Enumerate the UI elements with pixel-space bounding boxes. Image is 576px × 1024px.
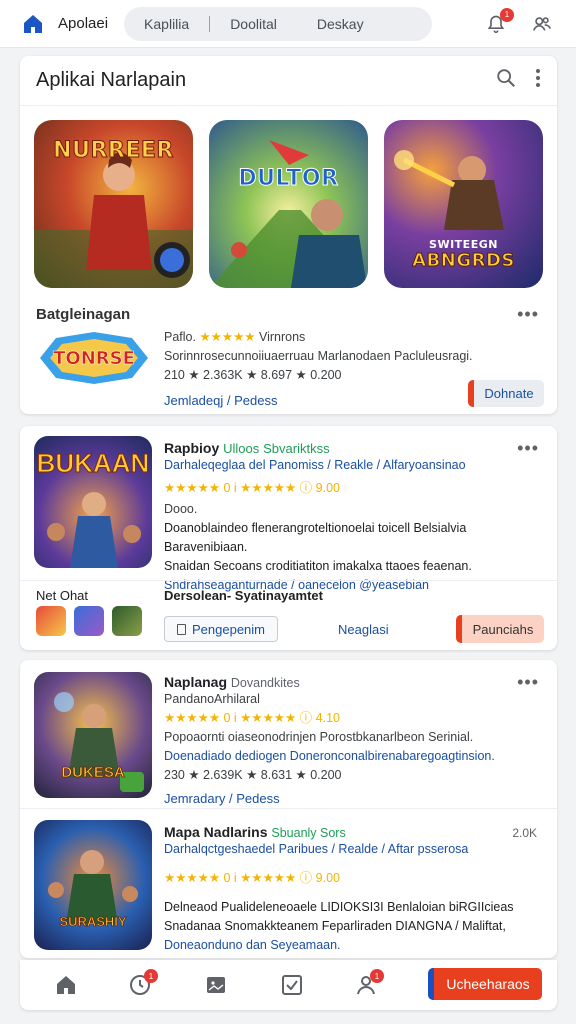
clock-icon[interactable]: 1: [128, 969, 158, 1002]
gallery-icon[interactable]: [204, 973, 228, 1002]
app-card-2-icon[interactable]: BUKAAN: [34, 436, 152, 568]
app-card-3-stats: 230 ★ 2.639K ★ 8.631 ★ 0.200: [164, 768, 342, 782]
app-card-2-rating: ★★★★★ 0 i ★★★★★ ⓘ 9.00: [164, 481, 340, 495]
people-icon[interactable]: [530, 12, 554, 36]
bottom-nav: 1 1 Ucheeharaos: [20, 960, 557, 1010]
app-card-3-icon-text: DUKESA: [61, 764, 125, 782]
top-bar: Apolaei Kaplilia Doolital Deskay 1: [0, 0, 576, 48]
app-card-2: BUKAAN Rapbioy Ulloos Sbvariktkss Darhal…: [20, 426, 557, 650]
featured-game-3-title: ABNGRDS: [412, 250, 515, 272]
cta-button-label: Ucheeharaos: [446, 976, 530, 992]
orange-button[interactable]: Paunciahs: [456, 615, 544, 643]
app-list-card: DUKESA Naplanag Dovandkites PandanoArhil…: [20, 660, 557, 958]
app-card-4-tag: Sbuanly Sors: [271, 826, 346, 840]
search-icon[interactable]: [495, 67, 517, 94]
app-card-3-subtitle: PandanoArhilaral: [164, 692, 260, 706]
mini-thumb-2[interactable]: [74, 606, 104, 636]
app-card-4-rating: ★★★★★ 0 i ★★★★★ ⓘ 9.00: [164, 871, 340, 885]
featured-item-suffix: Virnrons: [258, 330, 306, 344]
user-icon[interactable]: 1: [354, 969, 384, 1002]
featured-game-1[interactable]: NURREER: [34, 120, 193, 288]
more-icon[interactable]: •••: [517, 438, 539, 459]
app-card-4-count: 2.0K: [512, 826, 537, 840]
app-card-3-link[interactable]: Jemradary / Pedess: [164, 789, 544, 808]
link-button[interactable]: Neaglasi: [338, 622, 389, 637]
app-name: Apolaei: [58, 15, 109, 32]
home-icon[interactable]: [54, 973, 78, 1002]
app-card-2-title[interactable]: Rapbioy: [164, 440, 219, 456]
app-card-4-icon-text: SURASHIY: [59, 914, 127, 930]
app-card-4-title[interactable]: Mapa Nadlarins: [164, 824, 267, 840]
app-card-2-desc2: Snaidan Secoans croditiatiton imakalxa t…: [164, 559, 472, 573]
more-vert-icon[interactable]: [535, 68, 541, 93]
featured-game-1-title: NURREER: [53, 138, 174, 164]
app-card-4-desc3[interactable]: Doneaonduno dan Seyeamaan.: [164, 936, 544, 955]
bell-icon[interactable]: 1: [484, 7, 514, 36]
featured-item-prefix: Paflo.: [164, 330, 196, 344]
notification-badge: 1: [500, 7, 514, 22]
app-card-3-tag: Dovandkites: [230, 676, 300, 690]
app-card-4-icon[interactable]: SURASHIY: [34, 820, 152, 950]
app-card-2-icon-text: BUKAAN: [36, 448, 150, 479]
featured-item-logo[interactable]: TONRSE: [36, 330, 152, 386]
check-icon[interactable]: [280, 973, 304, 1002]
featured-item-logo-text: TONRSE: [53, 347, 135, 369]
orange-button-label: Paunciahs: [472, 621, 534, 637]
featured-card: Aplikai Narlapain NURREER DULTOR SWITEEG…: [20, 56, 557, 414]
outline-button[interactable]: Pengepenim: [164, 616, 278, 642]
featured-item-desc: Sorinnrosecunnoiiuaerruau Marlanodaen Pa…: [164, 349, 473, 363]
app-card-3-title[interactable]: Naplanag: [164, 674, 227, 690]
divider: [20, 580, 557, 581]
featured-title: Aplikai Narlapain: [36, 69, 187, 91]
doc-icon: [177, 623, 186, 635]
app-card-4-subtitle[interactable]: Darhalqctgeshaedel Paribues / Realde / A…: [164, 840, 544, 859]
app-card-4-desc1: Delneaod Pualideleneoaele LIDIOKSI3I Ben…: [164, 900, 514, 914]
app-card-4-desc2: Snadanaa Snomakkteanem Feparliraden DIAN…: [164, 919, 506, 933]
app-card-2-desc1: Doanoblaindeo flenerangroteltionoelai to…: [164, 521, 467, 554]
outline-button-label: Pengepenim: [192, 621, 265, 637]
app-card-2-footer-label: Net Ohat: [36, 588, 89, 603]
star-rating: ★★★★★: [199, 330, 256, 344]
featured-game-2-title: DULTOR: [238, 166, 339, 192]
app-card-2-subtitle[interactable]: Darhaleqeglaa del Panomiss / Reakle / Al…: [164, 456, 544, 475]
app-card-2-tag: Ulloos: [223, 441, 260, 456]
app-card-3-rating: ★★★★★ 0 i ★★★★★ ⓘ 4.10: [164, 711, 340, 725]
mini-thumb-3[interactable]: [112, 606, 142, 636]
featured-game-3[interactable]: SWITEEGN ABNGRDS: [384, 120, 543, 288]
donate-button-label: Dohnate: [484, 386, 534, 401]
tab-kaplilia[interactable]: Kaplilia: [124, 16, 209, 32]
cta-button[interactable]: Ucheeharaos: [428, 968, 542, 1000]
app-card-2-footer-title: Dersolean- Syatinayamtet: [164, 588, 323, 603]
app-card-3-line-b[interactable]: Doenadiado dediogen Doneronconalbirenaba…: [164, 747, 544, 766]
app-card-3-line-a: Popoaornti oiaseonodrinjen Porostbkanarl…: [164, 730, 474, 744]
divider: [20, 808, 557, 809]
featured-game-2[interactable]: DULTOR: [209, 120, 368, 288]
more-icon[interactable]: •••: [517, 672, 539, 693]
donate-button[interactable]: Dohnate: [468, 380, 544, 407]
tab-bar: Kaplilia Doolital Deskay: [124, 6, 433, 41]
featured-header: Aplikai Narlapain: [20, 56, 557, 106]
nav-badge: 1: [144, 969, 158, 983]
home-icon[interactable]: [20, 11, 46, 37]
section-label: Batgleinagan: [36, 306, 131, 323]
more-icon[interactable]: •••: [517, 304, 539, 325]
mini-thumb-1[interactable]: [36, 606, 66, 636]
nav-badge: 1: [370, 969, 384, 983]
app-card-3-icon[interactable]: DUKESA: [34, 672, 152, 798]
tab-doolital[interactable]: Doolital: [210, 16, 297, 32]
tab-deskay[interactable]: Deskay: [297, 16, 384, 32]
app-card-2-tag2: Sbvariktkss: [263, 441, 330, 456]
app-card-2-label: Dooo.: [164, 502, 198, 516]
